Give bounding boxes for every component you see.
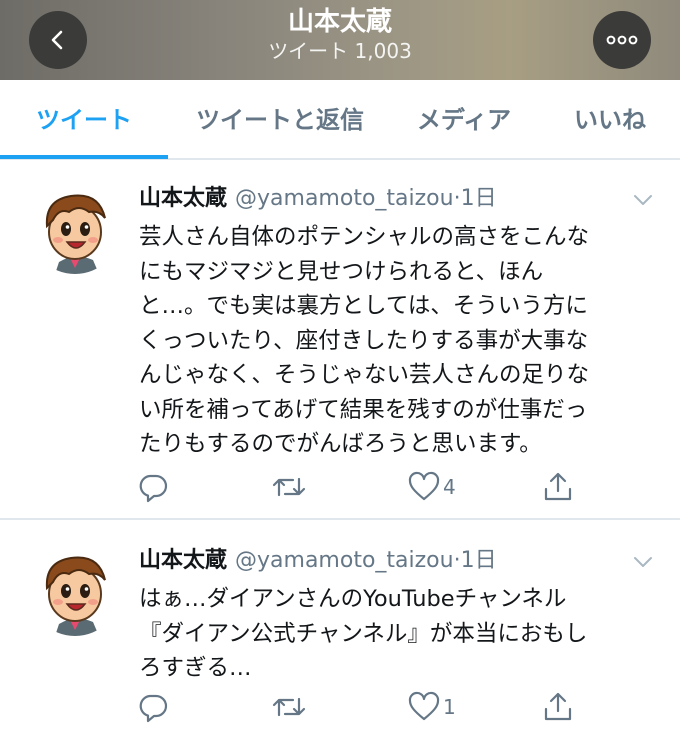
author-handle[interactable]: @yamamoto_taizou <box>235 186 454 211</box>
author-name[interactable]: 山本太蔵 <box>139 186 227 211</box>
tweet[interactable]: 山本太蔵 @yamamoto_taizou·1日 芸人さん自体のポテンシャルの高さ… <box>0 160 680 520</box>
tab-tweets[interactable]: ツイート <box>0 80 168 160</box>
tweet[interactable]: 山本太蔵 @yamamoto_taizou·1日 はぁ…ダイアンさんのYouTub… <box>0 522 680 737</box>
profile-header: 山本太蔵 ツイート 1,003 <box>0 0 680 80</box>
more-options-icon <box>606 35 638 45</box>
tweet-actions: 4 <box>0 467 680 507</box>
tweet-time: 1日 <box>460 548 497 573</box>
reply-icon <box>139 694 168 723</box>
share-button[interactable] <box>542 687 574 727</box>
author-handle[interactable]: @yamamoto_taizou <box>235 548 454 573</box>
retweet-icon <box>272 477 306 497</box>
tweet-header: 山本太蔵 @yamamoto_taizou·1日 <box>139 544 497 578</box>
reply-button[interactable] <box>137 687 169 727</box>
like-count: 4 <box>443 475 456 499</box>
avatar[interactable] <box>29 544 121 636</box>
avatar[interactable] <box>29 182 121 274</box>
retweet-icon <box>272 697 306 717</box>
tweet-time: 1日 <box>460 186 497 211</box>
header-title: 山本太蔵 <box>287 7 392 37</box>
tab-tweets-and-replies[interactable]: ツイートと返信 <box>180 80 380 160</box>
reply-button[interactable] <box>137 467 169 507</box>
tweet-text: 芸人さん自体のポテンシャルの高さをこんな にもマジマジと見せつけられると、ほん … <box>139 224 590 457</box>
tweet-actions: 1 <box>0 687 680 727</box>
chevron-down-icon[interactable] <box>631 550 655 574</box>
like-icon <box>408 691 440 721</box>
like-button[interactable]: 4 <box>408 467 456 507</box>
tab-media[interactable]: メディア <box>400 80 528 160</box>
chevron-down-icon[interactable] <box>631 188 655 212</box>
like-button[interactable]: 1 <box>408 687 456 727</box>
share-button[interactable] <box>542 467 574 507</box>
profile-tabs: ツイート ツイートと返信 メディア いいね <box>0 80 680 160</box>
share-icon <box>544 472 572 501</box>
separator-dot: · <box>453 186 461 211</box>
header-tweet-count: ツイート 1,003 <box>268 39 412 63</box>
active-tab-indicator <box>0 155 168 159</box>
like-count: 1 <box>443 695 456 719</box>
tweet-header: 山本太蔵 @yamamoto_taizou·1日 <box>139 182 497 216</box>
separator-dot: · <box>453 548 461 573</box>
author-name[interactable]: 山本太蔵 <box>139 548 227 573</box>
more-options-button[interactable] <box>593 11 651 69</box>
tweet-text: はぁ…ダイアンさんのYouTubeチャンネル 『ダイアン公式チャンネル』が本当に… <box>139 586 588 681</box>
retweet-button[interactable] <box>271 687 307 727</box>
tab-likes[interactable]: いいね <box>556 80 664 160</box>
like-icon <box>408 471 440 501</box>
retweet-button[interactable] <box>271 467 307 507</box>
share-icon <box>544 692 572 721</box>
reply-icon <box>139 474 168 503</box>
